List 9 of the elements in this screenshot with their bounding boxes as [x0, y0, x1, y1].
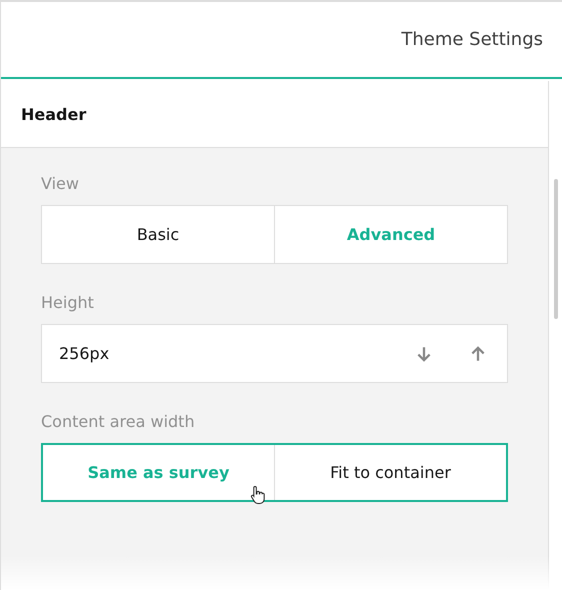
field-label: Content area width: [41, 412, 196, 431]
arrow-down-icon[interactable]: [415, 344, 433, 362]
panel-title: Theme Settings: [401, 29, 543, 50]
section-header[interactable]: Header: [1, 81, 548, 148]
number-field[interactable]: 256px: [41, 324, 508, 383]
scrollbar-thumb[interactable]: [554, 179, 558, 319]
arrow-up-icon[interactable]: [469, 344, 487, 362]
field-label: View: [41, 174, 80, 193]
field-label: Height: [41, 293, 95, 312]
